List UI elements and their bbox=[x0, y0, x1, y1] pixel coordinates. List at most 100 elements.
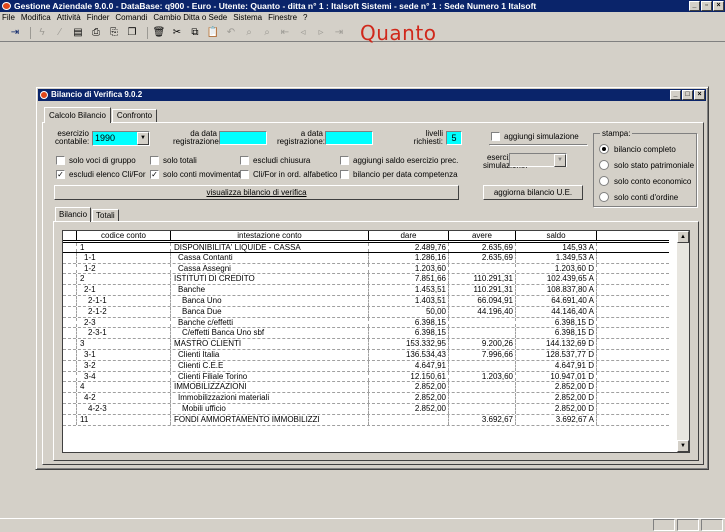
scroll-up-icon[interactable]: ▲ bbox=[677, 231, 689, 243]
livelli-input[interactable]: 5 bbox=[446, 131, 462, 145]
table-row[interactable]: 3 MASTRO CLIENTI 153.332,95 9.200,26 144.132… bbox=[63, 339, 669, 350]
a-data-input[interactable] bbox=[325, 131, 373, 145]
table-row[interactable]: 2-1 Banche 1.453,51 110.291,31 108.837,80 A bbox=[63, 285, 669, 296]
wand-icon[interactable]: ⁄ bbox=[53, 26, 67, 40]
radio-bilancio-completo[interactable]: bilancio completo bbox=[599, 144, 676, 154]
table-row[interactable]: 1-2 Cassa Assegni 1.203,60 1.203,60 D bbox=[63, 263, 669, 275]
table-row[interactable]: 4 IMMOBILIZZAZIONI 2.852,00 2.852,00 D bbox=[63, 382, 669, 394]
main-tabs: Calcolo Bilancio Confronto bbox=[44, 107, 158, 123]
table-row[interactable]: 3-4 Clienti Filiale Torino 12.150,61 1.203,… bbox=[63, 371, 669, 383]
table-row[interactable]: 2-1-1 Banca Uno 1.403,51 66.094,91 64.691,40… bbox=[63, 295, 669, 307]
last-icon[interactable]: ⇥ bbox=[332, 26, 346, 40]
tab-bilancio[interactable]: Bilancio bbox=[55, 207, 92, 222]
cell-extra bbox=[597, 361, 669, 371]
tab-calcolo-bilancio[interactable]: Calcolo Bilancio bbox=[44, 107, 111, 123]
checkbox-label: solo totali bbox=[163, 156, 197, 165]
table-row[interactable]: 11 FONDI AMMORTAMENTO IMMOBILIZZI 3.692,67… bbox=[63, 414, 669, 426]
child-close-icon[interactable]: × bbox=[694, 90, 705, 100]
delete-icon[interactable]: 🗑 bbox=[152, 26, 166, 40]
table-row[interactable]: 4-2 Immobilizzazioni materiali 2.852,00 2.8… bbox=[63, 393, 669, 404]
aggiorna-bilancio-button[interactable]: aggiorna bilancio U.E. bbox=[483, 185, 583, 200]
prev-icon[interactable]: ◃ bbox=[296, 26, 310, 40]
app-icon bbox=[2, 2, 11, 10]
exit-icon[interactable]: ⇥ bbox=[8, 26, 22, 40]
find-icon[interactable]: ⌕ bbox=[242, 26, 256, 40]
paste-icon[interactable]: 📋 bbox=[206, 26, 220, 40]
checkbox-label: Cli/For in ord. alfabetico bbox=[253, 170, 338, 179]
cell-extra bbox=[597, 404, 669, 414]
table-row[interactable]: 4-2-3 Mobili ufficio 2.852,00 2.852,00 D bbox=[63, 403, 669, 415]
row-selector-header bbox=[63, 231, 77, 240]
find-next-icon[interactable]: ⌕ bbox=[260, 26, 274, 40]
solo-totali-checkbox[interactable]: solo totali bbox=[150, 156, 197, 165]
escludi-elenco-checkbox[interactable]: ✓ escludi elenco Cli/For bbox=[56, 170, 145, 179]
table-row[interactable]: 2-3-1 C/effetti Banca Uno sbf 6.398,15 6.39… bbox=[63, 328, 669, 340]
solo-conti-movimentati-checkbox[interactable]: ✓ solo conti movimentati bbox=[150, 170, 242, 179]
da-data-input[interactable] bbox=[219, 131, 267, 145]
menu-sistema[interactable]: Sistema bbox=[233, 13, 262, 22]
column-header-avere[interactable]: avere bbox=[449, 231, 516, 240]
column-header-codice[interactable]: codice conto bbox=[77, 231, 171, 240]
solo-voci-gruppo-checkbox[interactable]: solo voci di gruppo bbox=[56, 156, 136, 165]
cell-extra bbox=[597, 350, 669, 360]
table-row[interactable]: 2-3 Banche c/effetti 6.398,15 6.398,15 D bbox=[63, 317, 669, 329]
bilancio-grid[interactable]: codice conto intestazione conto dare ave… bbox=[62, 230, 690, 453]
esercizio-select[interactable]: 1990 ▼ bbox=[92, 131, 150, 146]
chevron-down-icon[interactable]: ▼ bbox=[554, 154, 566, 167]
column-header-intestazione[interactable]: intestazione conto bbox=[171, 231, 369, 240]
table-row[interactable]: 3-2 Clienti C.E.E 4.647,91 4.647,91 D bbox=[63, 360, 669, 372]
check-icon: ✓ bbox=[150, 170, 159, 179]
undo-icon[interactable]: ↶ bbox=[224, 26, 238, 40]
radio-stato-patrimoniale[interactable]: solo stato patrimoniale bbox=[599, 160, 694, 170]
close-icon[interactable]: × bbox=[713, 1, 724, 11]
vertical-scrollbar[interactable]: ▲ ▼ bbox=[677, 231, 689, 452]
scroll-down-icon[interactable]: ▼ bbox=[677, 440, 689, 452]
table-row[interactable]: 1 DISPONIBILITA' LIQUIDE - CASSA 2.489,76 2… bbox=[63, 242, 669, 253]
table-row[interactable]: 3-1 Clienti Italia 136.534,43 7.996,66 128.5… bbox=[63, 349, 669, 361]
bilancio-data-competenza-checkbox[interactable]: bilancio per data competenza bbox=[340, 170, 458, 179]
lightning-icon[interactable]: ϟ bbox=[35, 26, 49, 40]
menu-comandi[interactable]: Comandi bbox=[115, 13, 147, 22]
table-row[interactable]: 2-1-2 Banca Due 50,00 44.196,40 44.146,40 A bbox=[63, 306, 669, 318]
cell-avere bbox=[449, 263, 516, 274]
table-row[interactable]: 1-1 Cassa Contanti 1.286,16 2.635,69 1.349,5… bbox=[63, 252, 669, 264]
cell-dare: 6.398,15 bbox=[369, 328, 449, 339]
copy-doc-icon[interactable]: ❐ bbox=[125, 26, 139, 40]
aggiungi-simulazione-checkbox[interactable]: aggiungi simulazione bbox=[491, 132, 579, 141]
print-setup-icon[interactable]: ⎘ bbox=[107, 26, 121, 40]
checkbox-label: bilancio per data competenza bbox=[353, 170, 458, 179]
menu-attivita[interactable]: Attività bbox=[57, 13, 81, 22]
print-icon[interactable]: ⎙ bbox=[89, 26, 103, 40]
radio-conto-economico[interactable]: solo conto economico bbox=[599, 176, 691, 186]
menu-finder[interactable]: Finder bbox=[87, 13, 110, 22]
menu-finestre[interactable]: Finestre bbox=[268, 13, 297, 22]
cell-codice: 1-1 bbox=[77, 252, 171, 263]
esercizio-simulazione-select[interactable]: ▼ bbox=[509, 153, 567, 167]
child-minimize-icon[interactable]: _ bbox=[670, 90, 681, 100]
minimize-icon[interactable]: _ bbox=[689, 1, 700, 11]
escludi-chiusura-checkbox[interactable]: escludi chiusura bbox=[240, 156, 310, 165]
next-icon[interactable]: ▹ bbox=[314, 26, 328, 40]
visualizza-bilancio-button[interactable]: visualizza bilancio di verifica bbox=[54, 185, 459, 200]
menu-help[interactable]: ? bbox=[303, 13, 307, 22]
brand-logo: Quanto bbox=[360, 20, 437, 45]
first-icon[interactable]: ⇤ bbox=[278, 26, 292, 40]
menu-cambio-ditta[interactable]: Cambio Ditta o Sede bbox=[153, 13, 227, 22]
cut-icon[interactable]: ✂ bbox=[170, 26, 184, 40]
table-row[interactable]: 2 ISTITUTI DI CREDITO 7.851,66 110.291,31 10… bbox=[63, 274, 669, 286]
esercizio-value: 1990 bbox=[95, 133, 116, 143]
radio-conti-ordine[interactable]: solo conti d'ordine bbox=[599, 192, 678, 202]
aggiungi-saldo-checkbox[interactable]: aggiungi saldo esercizio prec. bbox=[340, 156, 458, 165]
column-header-saldo[interactable]: saldo bbox=[516, 231, 597, 240]
restore-icon[interactable]: ▫ bbox=[701, 1, 712, 11]
child-maximize-icon[interactable]: □ bbox=[682, 90, 693, 100]
cli-for-alfabetico-checkbox[interactable]: Cli/For in ord. alfabetico bbox=[240, 170, 337, 179]
copy-icon[interactable]: ⧉ bbox=[188, 26, 202, 40]
chevron-down-icon[interactable]: ▼ bbox=[137, 132, 149, 145]
menu-modifica[interactable]: Modifica bbox=[21, 13, 51, 22]
menu-file[interactable]: File bbox=[2, 13, 15, 22]
cell-dare bbox=[369, 414, 449, 425]
column-header-dare[interactable]: dare bbox=[369, 231, 449, 240]
tab-confronto[interactable]: Confronto bbox=[111, 109, 158, 123]
preview-icon[interactable]: ▤ bbox=[71, 26, 85, 40]
